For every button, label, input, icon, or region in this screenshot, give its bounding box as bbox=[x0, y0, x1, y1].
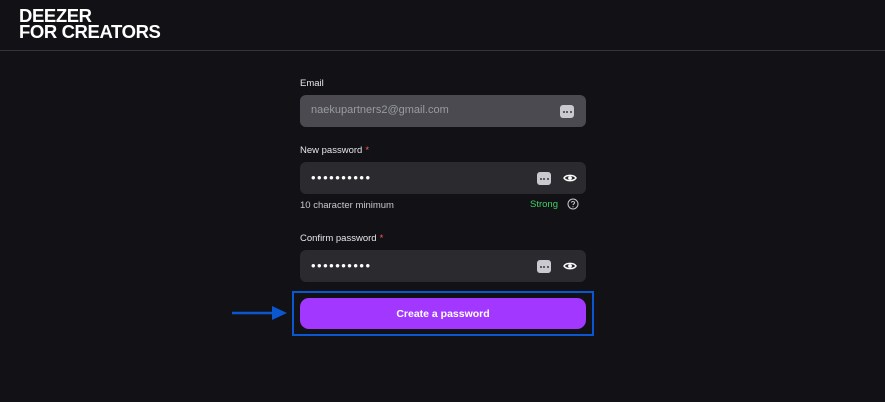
confirm-password-label-text: Confirm password bbox=[300, 233, 377, 244]
new-password-value: •••••••••• bbox=[311, 170, 372, 185]
email-field: naekupartners2@gmail.com bbox=[300, 95, 586, 127]
confirm-password-field[interactable]: •••••••••• bbox=[300, 250, 586, 282]
confirm-password-value: •••••••••• bbox=[311, 258, 372, 273]
logo-line-2: FOR CREATORS bbox=[19, 21, 161, 42]
app-header: DEEZER FOR CREATORS bbox=[0, 0, 885, 51]
required-mark: * bbox=[365, 145, 370, 156]
password-manager-icon[interactable] bbox=[537, 260, 551, 273]
create-password-button[interactable]: Create a password bbox=[300, 298, 586, 329]
email-label: Email bbox=[300, 78, 324, 89]
confirm-password-label: Confirm password * bbox=[300, 233, 383, 244]
help-icon[interactable] bbox=[567, 198, 579, 210]
new-password-label-text: New password bbox=[300, 145, 363, 156]
password-hint: 10 character minimum bbox=[300, 200, 394, 211]
password-manager-icon[interactable] bbox=[560, 105, 574, 118]
email-value: naekupartners2@gmail.com bbox=[311, 104, 449, 116]
required-mark: * bbox=[379, 233, 384, 244]
new-password-label: New password * bbox=[300, 145, 369, 156]
password-manager-icon[interactable] bbox=[537, 172, 551, 185]
eye-icon[interactable] bbox=[563, 171, 577, 185]
deezer-for-creators-logo[interactable]: DEEZER FOR CREATORS bbox=[19, 6, 161, 42]
arrow-right-icon bbox=[232, 306, 287, 320]
password-strength: Strong bbox=[530, 199, 558, 210]
new-password-field[interactable]: •••••••••• bbox=[300, 162, 586, 194]
eye-icon[interactable] bbox=[563, 259, 577, 273]
